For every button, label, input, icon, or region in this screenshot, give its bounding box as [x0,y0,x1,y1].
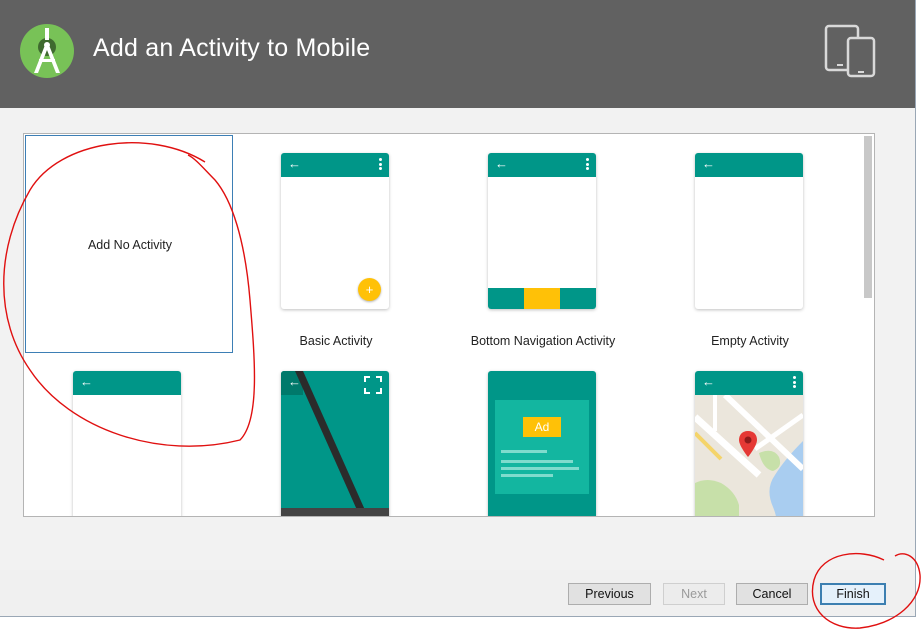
back-arrow-icon: ← [288,374,301,389]
overflow-menu-icon [793,376,796,388]
app-bar: ← [281,153,389,177]
dialog-window: Add an Activity to Mobile Add No Activit… [0,0,916,617]
back-arrow-icon: ← [288,156,301,171]
app-bar: ← [488,153,596,177]
template-label: Empty Activity [711,334,789,348]
cancel-button[interactable]: Cancel [736,583,808,605]
template-item-7[interactable]: Ad [439,353,647,516]
template-preview: ← [695,371,803,516]
template-label: Bottom Navigation Activity [470,334,616,348]
ad-line [501,450,547,453]
template-preview: ← + [281,153,389,309]
back-arrow-icon: ← [702,156,715,171]
template-preview: Ad [488,371,596,516]
template-item-6[interactable]: ← [232,353,440,516]
android-studio-icon [20,24,74,78]
next-button[interactable]: Next [663,583,725,605]
ad-card: Ad [495,400,589,494]
template-gallery[interactable]: Add No Activity ← + Basic Activity ← Bot… [23,133,875,517]
back-arrow-icon: ← [495,156,508,171]
template-preview: ← [281,371,389,516]
template-preview: ← [695,153,803,309]
app-bar: ← [73,371,181,395]
template-item-8[interactable]: ← [646,353,854,516]
fab: + [358,278,381,301]
back-arrow-icon: ← [80,374,93,389]
bottom-navigation-bar [488,288,596,309]
overflow-menu-icon [379,158,382,170]
dialog-title: Add an Activity to Mobile [93,34,371,62]
template-label: Add No Activity [87,238,173,252]
ad-line [501,474,553,477]
back-arrow-icon: ← [702,374,715,389]
fullscreen-icon [364,376,382,394]
ad-line [501,467,579,470]
template-empty-activity[interactable]: ← Empty Activity [646,135,854,353]
dialog-header: Add an Activity to Mobile [0,0,915,108]
ad-badge: Ad [523,417,561,437]
gallery-scrollbar[interactable] [864,136,872,298]
app-bar: ← [695,371,803,395]
template-bottom-navigation-activity[interactable]: ← Bottom Navigation Activity [439,135,647,353]
template-label: Basic Activity [299,334,373,348]
finish-button[interactable]: Finish [820,583,886,605]
app-bar: ← [695,153,803,177]
template-basic-activity[interactable]: ← + Basic Activity [232,135,440,353]
ad-line [501,460,573,463]
bottom-navigation-active-item [524,288,560,309]
phone-tablet-icon [824,24,876,78]
template-preview: ← [488,153,596,309]
overflow-menu-icon [586,158,589,170]
previous-button[interactable]: Previous [568,583,651,605]
template-add-no-activity[interactable]: Add No Activity [25,135,233,353]
map-pin-icon [739,431,757,457]
template-preview: ← [73,371,181,516]
template-item-5[interactable]: ← [25,353,233,516]
